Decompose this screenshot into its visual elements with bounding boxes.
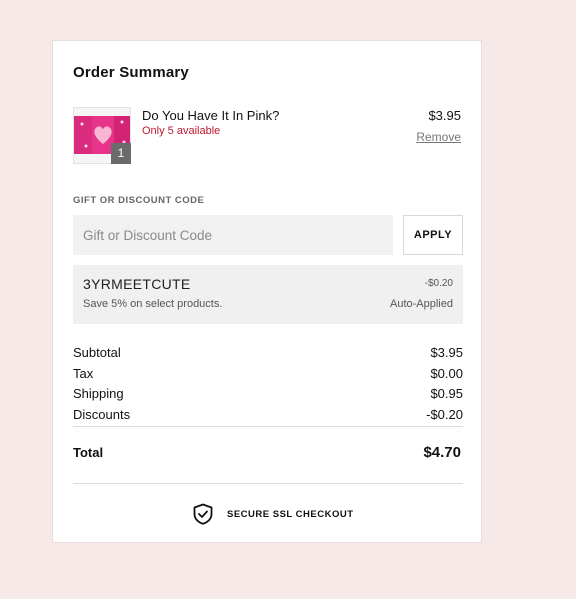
order-summary-title: Order Summary <box>73 64 189 81</box>
discount-description: Save 5% on select products. <box>83 298 223 310</box>
footer-divider <box>73 483 463 484</box>
discount-code-input[interactable] <box>73 215 393 255</box>
discount-status: Auto-Applied <box>390 298 453 310</box>
shield-check-icon <box>192 503 214 525</box>
shipping-value: $0.95 <box>430 386 463 401</box>
secure-checkout: SECURE SSL CHECKOUT <box>192 503 354 525</box>
tax-label: Tax <box>73 365 94 381</box>
tax-value: $0.00 <box>430 365 463 381</box>
discounts-label: Discounts <box>73 406 131 422</box>
discount-code-label: GIFT OR DISCOUNT CODE <box>73 195 205 206</box>
shipping-row: Shipping $0.95 <box>73 384 463 405</box>
total-label: Total <box>73 445 104 460</box>
totals-divider <box>73 426 463 427</box>
quantity-badge: 1 <box>111 143 131 164</box>
discounts-row: Discounts -$0.20 <box>73 405 463 426</box>
subtotal-label: Subtotal <box>73 345 121 360</box>
applied-discount: 3YRMEETCUTE Save 5% on select products. … <box>73 265 463 324</box>
discounts-value: -$0.20 <box>426 406 463 422</box>
order-summary-card: Order Summary 1 Do You Have It In Pink? … <box>52 40 482 543</box>
product-name: Do You Have It In Pink? <box>142 108 280 123</box>
subtotal-row: Subtotal $3.95 <box>73 343 463 364</box>
remove-link[interactable]: Remove <box>416 130 461 144</box>
total-value: $4.70 <box>423 444 461 461</box>
stock-warning: Only 5 available <box>142 125 221 137</box>
discount-amount: -$0.20 <box>424 278 453 289</box>
shipping-label: Shipping <box>73 386 124 401</box>
secure-checkout-label: SECURE SSL CHECKOUT <box>227 508 354 520</box>
product-price: $3.95 <box>428 108 461 123</box>
discount-code-name: 3YRMEETCUTE <box>83 276 191 292</box>
tax-row: Tax $0.00 <box>73 364 463 385</box>
apply-button[interactable]: APPLY <box>403 215 463 255</box>
totals-breakdown: Subtotal $3.95 Tax $0.00 Shipping $0.95 … <box>73 343 463 425</box>
subtotal-value: $3.95 <box>430 345 463 360</box>
